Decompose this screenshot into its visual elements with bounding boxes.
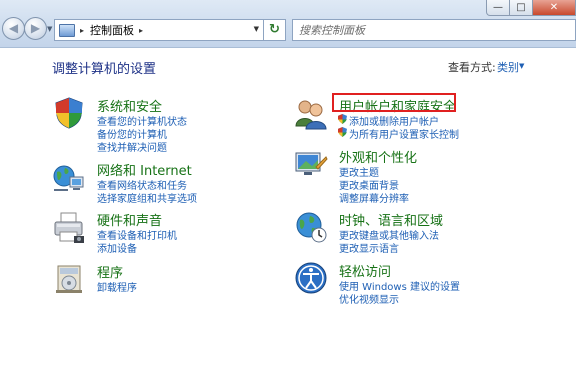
globe-icon[interactable] bbox=[294, 210, 328, 244]
back-button[interactable]: ◀ bbox=[2, 17, 25, 40]
link-homegroup-sharing[interactable]: 选择家庭组和共享选项 bbox=[97, 190, 197, 205]
breadcrumb-control-panel[interactable]: 控制面板 bbox=[90, 22, 134, 38]
category-hardware-sound: 硬件和声音 查看设备和打印机 添加设备 bbox=[52, 210, 272, 255]
ease-of-access-icon[interactable] bbox=[294, 261, 328, 295]
page-title: 调整计算机的设置 bbox=[52, 62, 157, 77]
category-user-accounts: 用户帐户和家庭安全 添加或删除用户帐户 为所有用户设置家长控制 bbox=[294, 96, 534, 141]
forward-button[interactable]: ▶ bbox=[24, 17, 47, 40]
network-icon[interactable] bbox=[52, 160, 86, 194]
search-input[interactable] bbox=[293, 21, 543, 39]
nav-buttons: ◀ ▶ ▼ bbox=[2, 17, 52, 41]
link-uninstall-program[interactable]: 卸载程序 bbox=[97, 279, 137, 294]
category-system-security: 系统和安全 查看您的计算机状态 备份您的计算机 查找并解决问题 bbox=[52, 96, 272, 154]
link-screen-resolution[interactable]: 调整屏幕分辨率 bbox=[339, 190, 409, 205]
category-appearance: 外观和个性化 更改主题 更改桌面背景 调整屏幕分辨率 bbox=[294, 147, 534, 205]
control-panel-icon bbox=[59, 23, 75, 37]
chevron-down-icon[interactable]: ▼ bbox=[519, 62, 524, 70]
link-change-display-language[interactable]: 更改显示语言 bbox=[339, 240, 399, 255]
link-add-device[interactable]: 添加设备 bbox=[97, 240, 137, 255]
close-button[interactable]: ✕ bbox=[532, 0, 576, 16]
minimize-button[interactable]: — bbox=[486, 0, 510, 16]
printer-icon[interactable] bbox=[52, 210, 86, 244]
shield-icon[interactable] bbox=[52, 96, 86, 130]
refresh-button[interactable]: ↻ bbox=[264, 19, 286, 41]
programs-icon[interactable] bbox=[52, 262, 86, 296]
recent-pages-dropdown-icon[interactable]: ▼ bbox=[47, 25, 52, 33]
link-troubleshoot[interactable]: 查找并解决问题 bbox=[97, 139, 167, 154]
view-by-label: 查看方式: bbox=[448, 61, 496, 74]
address-bar[interactable]: ▸ 控制面板 ▸ ▼ bbox=[54, 19, 264, 41]
users-icon[interactable] bbox=[294, 96, 328, 130]
breadcrumb-separator-icon[interactable]: ▸ bbox=[80, 26, 84, 35]
window-controls: — □ ✕ bbox=[486, 0, 576, 18]
search-box[interactable] bbox=[292, 19, 576, 41]
appearance-icon[interactable] bbox=[294, 147, 328, 181]
link-parental-controls[interactable]: 为所有用户设置家长控制 bbox=[349, 126, 459, 141]
category-programs: 程序 卸载程序 bbox=[52, 262, 272, 296]
navigation-bar: — □ ✕ ◀ ▶ ▼ ▸ 控制面板 ▸ ▼ ↻ bbox=[0, 0, 576, 48]
category-clock-region: 时钟、语言和区域 更改键盘或其他输入法 更改显示语言 bbox=[294, 210, 534, 255]
category-ease-of-access: 轻松访问 使用 Windows 建议的设置 优化视频显示 bbox=[294, 261, 534, 306]
view-by-dropdown[interactable]: 类别 bbox=[497, 59, 519, 75]
uac-shield-icon bbox=[338, 127, 347, 137]
maximize-button[interactable]: □ bbox=[509, 0, 533, 16]
address-dropdown-icon[interactable]: ▼ bbox=[254, 25, 259, 33]
category-network: 网络和 Internet 查看网络状态和任务 选择家庭组和共享选项 bbox=[52, 160, 272, 205]
link-optimize-visual-display[interactable]: 优化视频显示 bbox=[339, 291, 399, 306]
uac-shield-icon bbox=[338, 114, 347, 124]
breadcrumb-separator-icon[interactable]: ▸ bbox=[139, 26, 143, 35]
